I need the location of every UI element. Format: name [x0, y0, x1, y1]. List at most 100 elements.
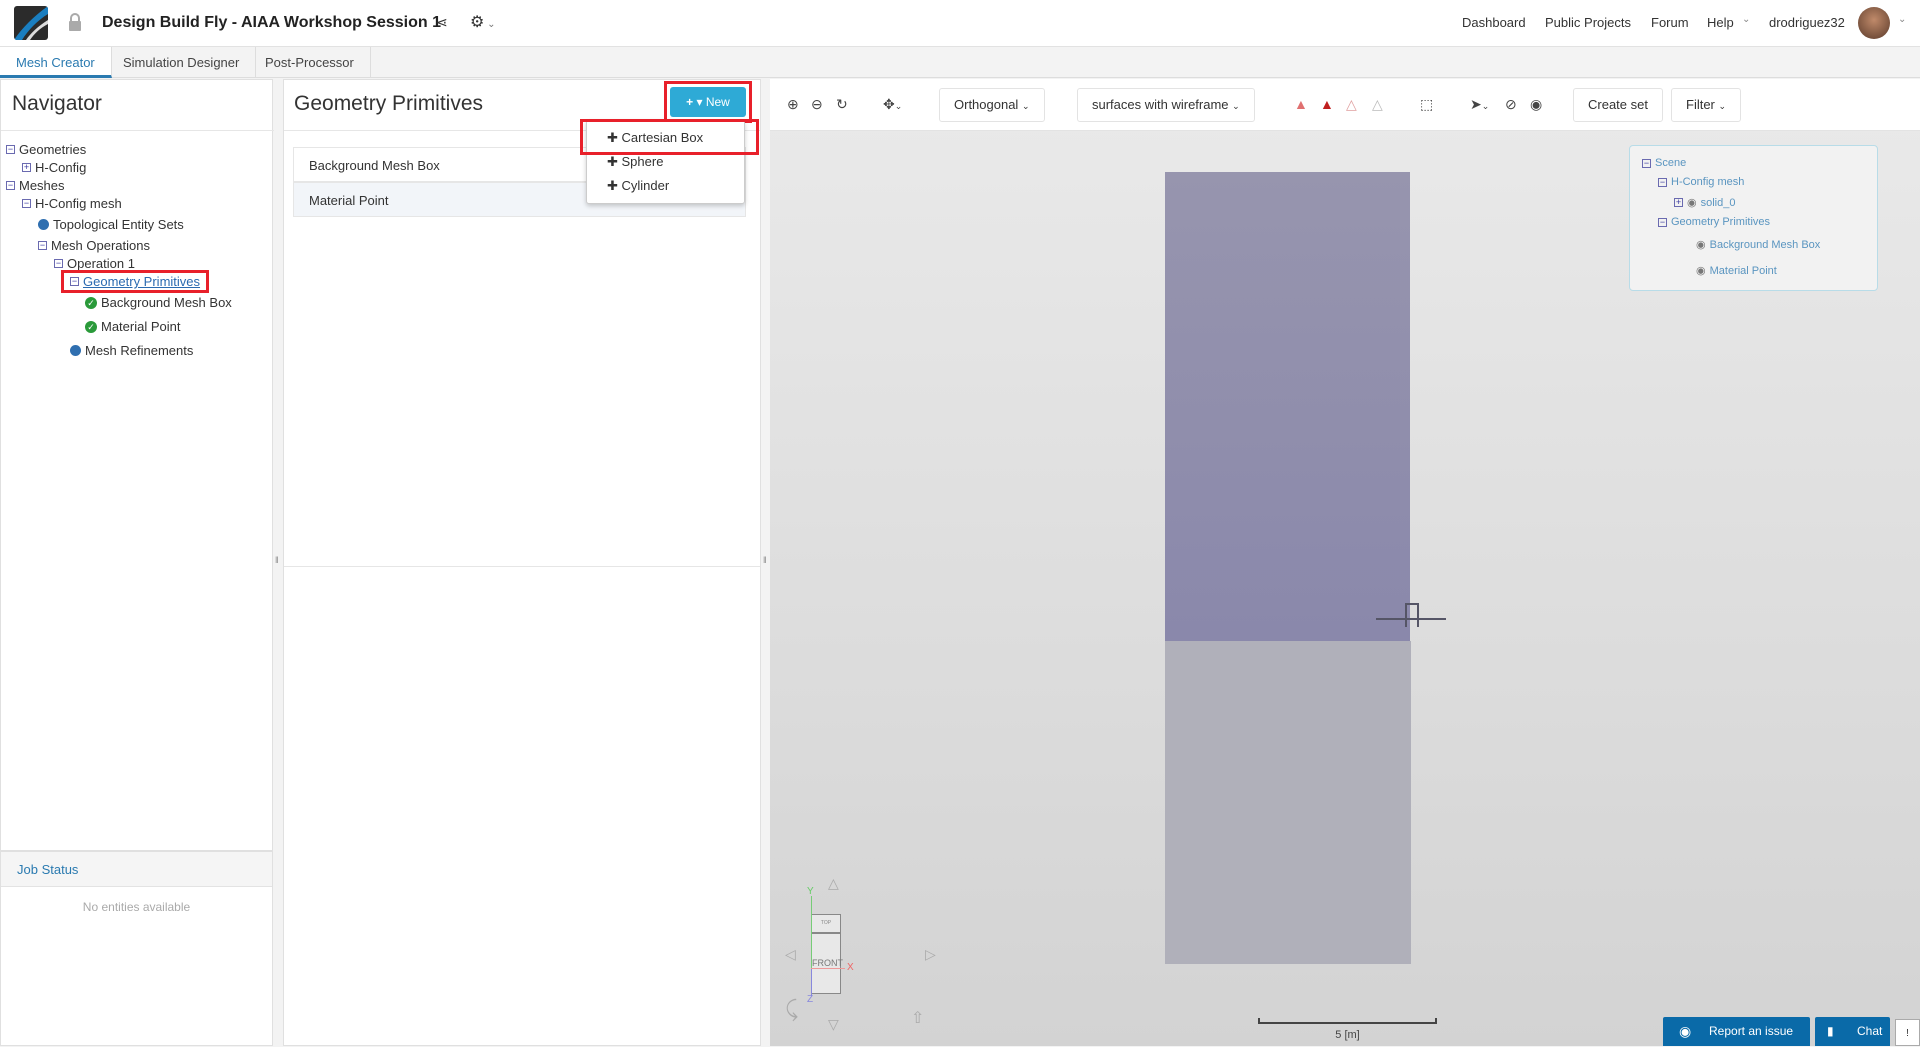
- eye-icon[interactable]: ◉: [1696, 238, 1706, 251]
- scene-label: Background Mesh Box: [1709, 238, 1821, 251]
- mesh-solid[interactable]: [1165, 641, 1411, 964]
- scale-bar: [1258, 1018, 1437, 1024]
- tree-meshes[interactable]: − Meshes: [6, 178, 65, 193]
- scene-solid-0[interactable]: + ◉ solid_0: [1674, 196, 1735, 209]
- rotate-up-icon[interactable]: △: [828, 875, 839, 892]
- zoom-out-icon[interactable]: ⊖: [811, 96, 823, 113]
- collapse-icon[interactable]: −: [22, 199, 31, 208]
- render-mode-dropdown[interactable]: surfaces with wireframe ⌄: [1077, 88, 1255, 122]
- rotate-left-icon[interactable]: ◁: [785, 946, 796, 963]
- chevron-down-icon: ⌄: [1742, 14, 1751, 25]
- username[interactable]: drodriguez32: [1769, 15, 1845, 30]
- axis-z-label: Z: [807, 994, 814, 1005]
- reset-view-icon[interactable]: ↻: [836, 96, 848, 113]
- tree-topological-entity-sets[interactable]: Topological Entity Sets: [38, 217, 184, 232]
- chevron-down-icon[interactable]: ⌄: [1898, 14, 1906, 25]
- show-icon[interactable]: ◉: [1530, 96, 1542, 113]
- avatar[interactable]: [1858, 7, 1890, 39]
- cube-face-top[interactable]: TOP: [811, 914, 841, 933]
- rotate-around-icon[interactable]: ⤹: [785, 996, 798, 1022]
- section-plane-wire-icon[interactable]: △: [1372, 96, 1383, 113]
- scene-tree-panel: − Scene − H-Config mesh + ◉ solid_0 − Geometr…: [1629, 145, 1878, 291]
- collapse-icon[interactable]: −: [54, 259, 63, 268]
- collapse-icon[interactable]: −: [6, 181, 15, 190]
- job-status-title[interactable]: Job Status: [17, 862, 78, 877]
- scene-background-mesh-box[interactable]: ◉ Background Mesh Box: [1696, 238, 1821, 252]
- check-circle-icon: ✓: [85, 320, 97, 333]
- tree-geometry-primitives[interactable]: − Geometry Primitives: [61, 270, 210, 293]
- section-plane-outline-icon[interactable]: △: [1346, 96, 1357, 113]
- tab-post-processor[interactable]: Post-Processor: [249, 47, 371, 78]
- filter-dropdown[interactable]: Filter ⌄: [1671, 88, 1742, 122]
- chat-button[interactable]: ▮ Chat: [1815, 1017, 1890, 1046]
- workflow-tabs: Mesh Creator Simulation Designer Post-Pr…: [0, 47, 1920, 78]
- tree-material-point[interactable]: ✓ Material Point: [85, 319, 180, 334]
- tree-mesh-operations[interactable]: − Mesh Operations: [38, 238, 150, 253]
- tab-simulation-designer[interactable]: Simulation Designer: [107, 47, 257, 78]
- tree-h-config[interactable]: + H-Config: [22, 160, 86, 175]
- collapse-icon[interactable]: −: [70, 277, 79, 286]
- highlight-box: [580, 119, 759, 155]
- background-mesh-box[interactable]: [1165, 172, 1410, 641]
- geometry-primitives-panel: Geometry Primitives: [283, 79, 761, 1046]
- tree-background-mesh-box[interactable]: ✓ Background Mesh Box: [85, 295, 232, 310]
- tree-label: H-Config: [35, 160, 87, 175]
- axis-x-label: X: [847, 962, 854, 973]
- view-cube-gizmo[interactable]: △ ▽ ◁ ▷ ⤹ ⇧ TOP FRONT Y X Z: [785, 875, 945, 1038]
- report-issue-button[interactable]: ◉ Report an issue: [1663, 1017, 1810, 1046]
- tab-mesh-creator[interactable]: Mesh Creator: [0, 47, 112, 78]
- tree-operation-1[interactable]: − Operation 1: [54, 256, 135, 271]
- section-plane-icon[interactable]: ▲: [1294, 96, 1308, 112]
- scene-h-config-mesh[interactable]: − H-Config mesh: [1658, 176, 1744, 188]
- scene-label: Geometry Primitives: [1671, 216, 1771, 228]
- rotate-down-icon[interactable]: ▽: [828, 1016, 839, 1033]
- simscale-logo[interactable]: [14, 6, 48, 40]
- share-icon[interactable]: ⋖: [436, 14, 448, 31]
- nav-public-projects[interactable]: Public Projects: [1545, 15, 1631, 30]
- collapse-icon[interactable]: −: [38, 241, 47, 250]
- check-circle-icon: ✓: [85, 296, 97, 309]
- chat-bubble-icon: ▮: [1827, 1024, 1834, 1038]
- tree-label: H-Config mesh: [35, 196, 122, 211]
- scene-label: Scene: [1655, 157, 1687, 169]
- zoom-in-icon[interactable]: ⊕: [787, 96, 799, 113]
- tree-geometries[interactable]: − Geometries: [6, 142, 86, 157]
- divider: [284, 566, 760, 567]
- box-select-icon[interactable]: ⬚: [1420, 96, 1433, 113]
- menu-item-sphere[interactable]: ✚ Sphere: [607, 154, 663, 170]
- nav-forum[interactable]: Forum: [1651, 15, 1689, 30]
- scene-geometry-primitives[interactable]: − Geometry Primitives: [1658, 216, 1770, 228]
- notification-button[interactable]: !: [1895, 1019, 1920, 1046]
- gear-icon[interactable]: ⚙ ⌄: [470, 12, 496, 32]
- tree-h-config-mesh[interactable]: − H-Config mesh: [22, 196, 122, 211]
- create-set-button[interactable]: Create set: [1573, 88, 1663, 122]
- scene-material-point[interactable]: ◉ Material Point: [1696, 264, 1777, 278]
- projection-dropdown[interactable]: Orthogonal ⌄: [939, 88, 1045, 122]
- splitter-handle[interactable]: ‖: [275, 555, 279, 565]
- tree-mesh-refinements[interactable]: Mesh Refinements: [70, 343, 193, 358]
- section-plane-solid-icon[interactable]: ▲: [1320, 96, 1334, 112]
- pan-move-icon[interactable]: ✥⌄: [883, 96, 902, 113]
- eye-icon[interactable]: ◉: [1696, 264, 1706, 277]
- collapse-icon[interactable]: −: [6, 145, 15, 154]
- new-button[interactable]: + ▾ New: [670, 87, 746, 117]
- pointer-select-icon[interactable]: ➤⌄: [1470, 96, 1489, 113]
- cube-face-front[interactable]: FRONT: [811, 933, 843, 994]
- report-label: Report an issue: [1709, 1024, 1794, 1038]
- expand-icon[interactable]: +: [22, 163, 31, 172]
- nav-help[interactable]: Help: [1707, 15, 1734, 30]
- hide-icon[interactable]: ⊘: [1505, 96, 1517, 113]
- new-label: New: [705, 95, 730, 109]
- home-view-icon[interactable]: ⇧: [911, 1008, 924, 1028]
- job-status-panel: Job Status No entities available: [0, 851, 273, 1046]
- eye-icon[interactable]: ◉: [1687, 196, 1697, 209]
- rotate-right-icon[interactable]: ▷: [925, 946, 936, 963]
- nav-dashboard[interactable]: Dashboard: [1462, 15, 1526, 30]
- menu-item-cylinder[interactable]: ✚ Cylinder: [607, 178, 669, 194]
- filter-label: Filter: [1686, 97, 1715, 112]
- chat-label: Chat: [1857, 1024, 1883, 1038]
- splitter-handle[interactable]: ‖: [763, 555, 767, 565]
- scene-label: solid_0: [1700, 196, 1736, 209]
- render-mode-label: surfaces with wireframe: [1092, 97, 1229, 112]
- scene-root[interactable]: − Scene: [1642, 157, 1686, 169]
